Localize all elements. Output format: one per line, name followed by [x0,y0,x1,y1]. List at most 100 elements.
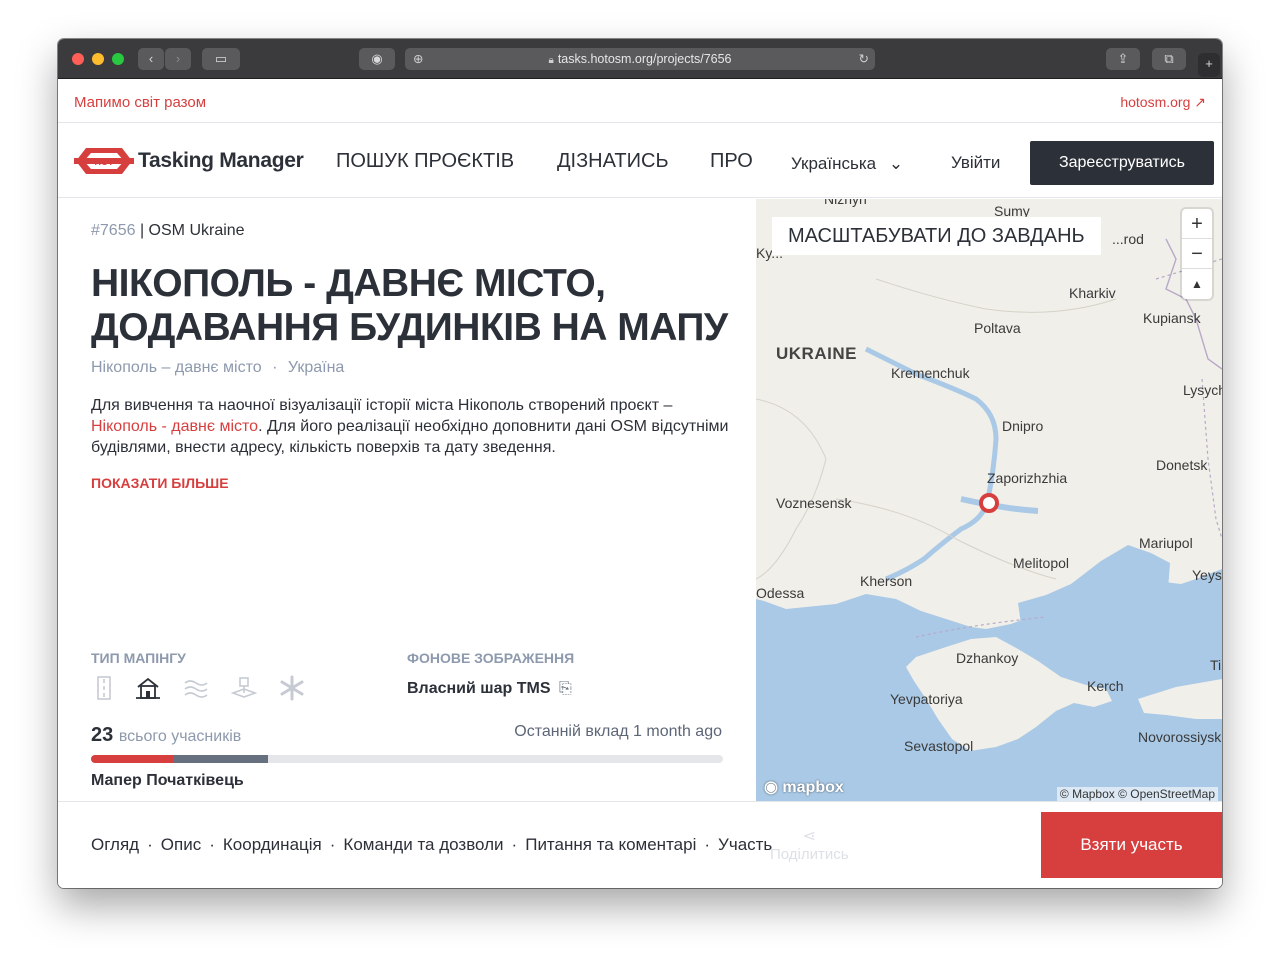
map-city: Sevastopol [904,738,974,754]
tab-teams-permissions[interactable]: Команди та дозволи [343,835,503,854]
map-city: Dzhankoy [956,650,1019,666]
map-city: Poltava [974,320,1021,336]
zoom-in-button[interactable]: + [1182,209,1212,239]
address-bar[interactable]: ⊕ 🔒︎ tasks.hotosm.org/projects/7656 ↻ [405,48,875,70]
other-icon [279,675,305,701]
map-city: Kharkiv [1069,285,1116,301]
imagery-label: ФОНОВЕ ЗОБРАЖЕННЯ [407,650,575,666]
share-icon[interactable]: ⇪ [1106,48,1140,70]
copy-icon[interactable]: ⎘ [559,680,572,697]
map-city: Odessa [756,585,805,601]
minimize-window-button[interactable] [92,53,104,65]
main-nav: HOT Tasking Manager ПОШУК ПРОЄКТІВ ДІЗНА… [58,124,1222,198]
mapping-types [91,675,311,705]
map-controls: + − ▲ [1182,209,1212,299]
last-contribution: Останній вклад 1 month ago [514,723,722,740]
progress-bar[interactable] [91,755,723,763]
map-city: Ti... [1210,657,1222,673]
map-city: Donetsk [1156,457,1208,473]
contributors-count: 23 всього учасників [91,724,241,747]
project-id[interactable]: #7656 [91,222,136,239]
map-city: Yeys... [1192,567,1222,583]
sidebar-toggle-icon[interactable]: ▭ [202,48,240,70]
roads-icon [91,675,117,701]
nav-about[interactable]: ПРО [710,150,753,173]
map-city: Dnipro [1002,418,1044,434]
project-detail: #7656 | OSM Ukraine НІКОПОЛЬ - ДАВНЄ МІС… [58,199,756,801]
nav-explore-projects[interactable]: ПОШУК ПРОЄКТІВ [336,150,514,173]
imagery-value: Власний шар TMS ⎘ [407,680,572,698]
extension-icon[interactable]: ◉ [359,48,395,70]
zoom-to-tasks-button[interactable]: МАСШТАБУВАТИ ДО ЗАВДАНЬ [772,217,1101,255]
tagline: Мапимо світ разом [74,94,207,111]
waterways-icon [183,675,209,701]
map-country-label: UKRAINE [776,344,857,363]
description-link[interactable]: Нікополь - давнє місто [91,418,258,435]
share-button[interactable]: ⋖ Поділитись [770,828,849,864]
share-label: Поділитись [770,846,849,863]
new-tab-button[interactable]: + [1198,53,1220,77]
external-link-icon: ↗ [1194,94,1206,110]
back-button[interactable]: ‹ [138,48,164,70]
imagery-text: Власний шар TMS [407,680,551,697]
browser-window: ‹ › ▭ ◉ ⊕ 🔒︎ tasks.hotosm.org/projects/76… [58,39,1222,888]
login-button[interactable]: Увійти [951,153,1000,173]
language-select[interactable]: Українська ⌄ [791,154,903,174]
campaign-line: Нікополь – давнє місто · Україна [91,359,345,376]
map-city: Yevpatoriya [890,691,963,707]
logo-badge: HOT [95,157,115,167]
add-tab-icon[interactable]: ⊕ [413,48,423,70]
map-city: Kerch [1087,678,1124,694]
hotosm-link[interactable]: hotosm.org ↗ [1120,94,1206,111]
landuse-icon [230,675,258,701]
mapbox-logo-icon: ◉ [764,779,778,796]
map-attribution[interactable]: © Mapbox © OpenStreetMap [1056,787,1218,801]
campaign-name[interactable]: Нікополь – давнє місто [91,359,262,376]
map-city: ...rod [1112,231,1144,247]
contributors-label: всього учасників [118,728,242,745]
top-strip: Мапимо світ разом hotosm.org ↗ [58,79,1222,123]
contributors-number: 23 [91,724,114,746]
project-id-line: #7656 | OSM Ukraine [91,222,245,239]
show-more-button[interactable]: ПОКАЗАТИ БІЛЬШЕ [91,475,229,491]
buildings-icon [135,675,161,701]
mapbox-logo[interactable]: ◉ mapbox [764,777,844,797]
progress-mapped [91,755,174,763]
share-icon: ⋖ [802,828,816,845]
tab-coordination[interactable]: Координація [223,835,322,854]
mapper-level: Мапер Початківець [91,772,244,789]
map-city: Nizhyn [824,199,867,207]
tab-description[interactable]: Опис [161,835,201,854]
tab-questions-comments[interactable]: Питання та коментарі [525,835,696,854]
map-city: Kremenchuk [891,365,970,381]
map-city: Melitopol [1013,555,1070,571]
zoom-out-button[interactable]: − [1182,239,1212,269]
chevron-down-icon: ⌄ [888,154,904,173]
project-location-marker[interactable] [979,493,999,513]
project-tabs: Огляд · Опис · Координація · Команди та дозвол… [91,835,773,854]
project-map[interactable]: UKRAINE Nizhyn Sumy Ky... ...rod Kharkiv… [756,199,1222,805]
mapbox-logo-text: mapbox [782,779,844,796]
close-window-button[interactable] [72,53,84,65]
tab-overview[interactable]: Огляд [91,835,139,854]
project-org: OSM Ukraine [148,222,245,239]
tab-contributions[interactable]: Участь [718,835,772,854]
forward-button[interactable]: › [165,48,191,70]
signup-button[interactable]: Зареєструватись [1030,141,1214,185]
map-city: Novorossiysk [1138,729,1222,745]
page-title: НІКОПОЛЬ - ДАВНЄ МІСТО, ДОДАВАННЯ БУДИНК… [91,262,728,349]
description-text-1: Для вивчення та наочної візуалізації іст… [91,397,673,414]
nav-learn[interactable]: ДІЗНАТИСЬ [557,150,669,173]
zoom-window-button[interactable] [112,53,124,65]
map-city: Zaporizhzhia [987,470,1068,486]
reload-icon[interactable]: ↻ [859,48,869,70]
compass-icon[interactable]: ▲ [1182,269,1212,299]
bottom-tab-bar: Огляд · Опис · Координація · Команди та дозвол… [58,801,1222,888]
progress-validated [173,755,268,763]
project-country: Україна [287,359,345,376]
logo-text[interactable]: Tasking Manager [138,149,304,173]
join-project-button[interactable]: Взяти участь [1041,812,1222,878]
tabs-overview-icon[interactable]: ⧉ [1152,48,1186,70]
url-text: tasks.hotosm.org/projects/7656 [557,52,732,66]
hot-logo-icon[interactable]: HOT [74,144,134,178]
